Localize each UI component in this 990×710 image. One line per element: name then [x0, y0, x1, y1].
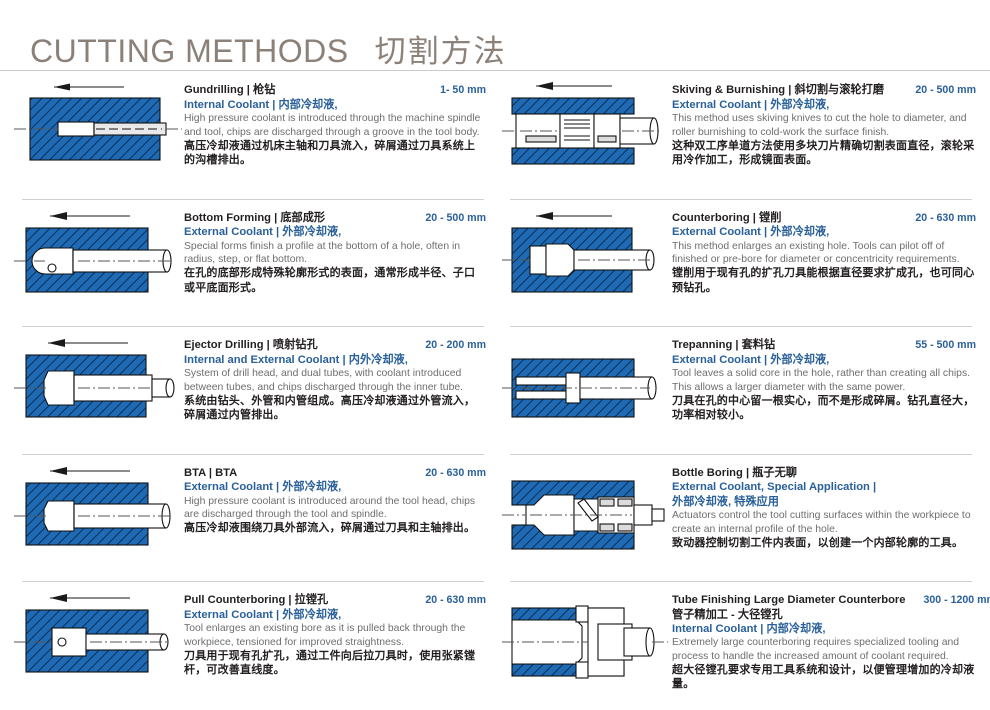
tube-finishing-diagram [500, 582, 672, 702]
page-header: CUTTING METHODS 切割方法 [0, 0, 990, 72]
method-name: Pull Counterboring | 拉镗孔 [184, 594, 328, 608]
description-chinese: 高压冷却液通过机床主轴和刀具流入，碎屑通过刀具系统上的沟槽排出。 [184, 139, 486, 168]
description-chinese: 这种双工序单道方法使用多块刀片精确切割表面直径，滚轮采用冷作加工，形成镜面表面。 [672, 139, 976, 168]
description-chinese: 在孔的底部形成特殊轮廓形式的表面，通常形成半径、子口或平底面形式。 [184, 266, 486, 295]
method-name: Skiving & Burnishing | 斜切割与滚轮打磨 [672, 84, 884, 98]
description-chinese: 高压冷却液围绕刀具外部流入，碎屑通过刀具和主轴排出。 [184, 521, 486, 536]
coolant-type: External Coolant | 外部冷却液, [184, 225, 486, 240]
bottom-forming-diagram [12, 200, 184, 320]
pull-counterboring-text: Pull Counterboring | 拉镗孔 20 - 630 mm Ext… [184, 582, 490, 678]
coolant-type: Internal and External Coolant | 内外冷却液, [184, 353, 486, 368]
description-chinese: 刀具在孔的中心留一根实心，而不是形成碎屑。钻孔直径大，功率相对较小。 [672, 394, 976, 423]
coolant-type: External Coolant | 外部冷却液, [184, 480, 486, 495]
bottle-boring-diagram [500, 455, 672, 575]
trepanning-text: Trepanning | 套料钻 55 - 500 mm External Co… [672, 327, 978, 423]
method-range: 20 - 630 mm [415, 467, 486, 480]
method-entry-tube-finishing: Tube Finishing Large Diameter Counterbor… [500, 582, 978, 710]
method-entry-trepanning: Trepanning | 套料钻 55 - 500 mm External Co… [500, 327, 978, 455]
method-name: Counterboring | 镗削 [672, 212, 781, 226]
method-name: Gundrilling | 枪钻 [184, 84, 275, 98]
method-name: BTA | BTA [184, 467, 237, 481]
description-english: Special forms finish a profile at the bo… [184, 240, 486, 267]
description-english: System of drill head, and dual tubes, wi… [184, 367, 486, 394]
method-name: Ejector Drilling | 喷射钻孔 [184, 339, 318, 353]
method-entry-gundrilling: Gundrilling | 枪钻 1- 50 mm Internal Coola… [12, 72, 490, 200]
method-range: 20 - 630 mm [905, 212, 976, 225]
method-entry-pull-counterboring: Pull Counterboring | 拉镗孔 20 - 630 mm Ext… [12, 582, 490, 710]
trepanning-diagram [500, 327, 672, 447]
description-chinese: 系统由钻头、外管和内管组成。高压冷却液通过外管流入，碎屑通过内管排出。 [184, 394, 486, 423]
gundrilling-text: Gundrilling | 枪钻 1- 50 mm Internal Coola… [184, 72, 490, 168]
coolant-type: Internal Coolant | 内部冷却液, [672, 622, 990, 637]
left-column: Gundrilling | 枪钻 1- 50 mm Internal Coola… [12, 72, 490, 710]
bta-text: BTA | BTA 20 - 630 mm External Coolant |… [184, 455, 490, 536]
gundrilling-diagram [12, 72, 184, 192]
description-english: High pressure coolant is introduced thro… [184, 112, 486, 139]
description-chinese: 超大径镗孔要求专用工具系统和设计，以便管理增加的冷却液量。 [672, 663, 990, 692]
description-english: High pressure coolant is introduced arou… [184, 495, 486, 522]
method-range: 20 - 200 mm [415, 339, 486, 352]
method-entry-counterboring: Counterboring | 镗削 20 - 630 mm External … [500, 200, 978, 328]
skiving-burnishing-diagram [500, 72, 672, 192]
method-name: Trepanning | 套料钻 [672, 339, 775, 353]
description-english: This method uses skiving knives to cut t… [672, 112, 976, 139]
coolant-type: External Coolant, Special Application | [672, 480, 976, 495]
method-entry-skiving-burnishing: Skiving & Burnishing | 斜切割与滚轮打磨 20 - 500… [500, 72, 978, 200]
skiving-burnishing-text: Skiving & Burnishing | 斜切割与滚轮打磨 20 - 500… [672, 72, 978, 168]
coolant-type-chinese: 外部冷却液, 特殊应用 [672, 495, 976, 510]
counterboring-text: Counterboring | 镗削 20 - 630 mm External … [672, 200, 978, 296]
description-chinese: 镗削用于现有孔的扩孔刀具能根据直径要求扩成孔，也可同心预钻孔。 [672, 266, 976, 295]
coolant-type: Internal Coolant | 内部冷却液, [184, 98, 486, 113]
method-range: 55 - 500 mm [905, 339, 976, 352]
page-title: CUTTING METHODS 切割方法 [30, 26, 507, 71]
description-english: Tool enlarges an existing bore as it is … [184, 622, 486, 649]
page-title-english: CUTTING METHODS [30, 33, 349, 70]
description-chinese: 刀具用于现有孔扩孔，通过工件向后拉刀具时，使用张紧镗杆，可改善直线度。 [184, 649, 486, 678]
pull-counterboring-diagram [12, 582, 184, 702]
method-name-chinese: 管子精加工 - 大径镗孔 [672, 608, 990, 622]
right-column: Skiving & Burnishing | 斜切割与滚轮打磨 20 - 500… [500, 72, 978, 710]
bottle-boring-text: Bottle Boring | 瓶子无聊 External Coolant, S… [672, 455, 978, 551]
tube-finishing-text: Tube Finishing Large Diameter Counterbor… [672, 582, 990, 692]
method-range: 20 - 630 mm [415, 594, 486, 607]
description-english: This method enlarges an existing hole. T… [672, 240, 976, 267]
description-english: Tool leaves a solid core in the hole, ra… [672, 367, 976, 394]
cutting-methods-page: CUTTING METHODS 切割方法 [0, 0, 990, 710]
bta-diagram [12, 455, 184, 575]
method-range: 20 - 500 mm [415, 212, 486, 225]
method-name: Tube Finishing Large Diameter Counterbor… [672, 594, 906, 608]
coolant-type: External Coolant | 外部冷却液, [672, 225, 976, 240]
methods-grid: Gundrilling | 枪钻 1- 50 mm Internal Coola… [0, 72, 990, 710]
counterboring-diagram [500, 200, 672, 320]
page-title-chinese: 切割方法 [375, 26, 507, 71]
header-divider [0, 70, 990, 71]
method-name: Bottle Boring | 瓶子无聊 [672, 467, 797, 481]
method-range: 1- 50 mm [430, 84, 486, 97]
method-entry-ejector-drilling: Ejector Drilling | 喷射钻孔 20 - 200 mm Inte… [12, 327, 490, 455]
bottom-forming-text: Bottom Forming | 底部成形 20 - 500 mm Extern… [184, 200, 490, 296]
method-range: 20 - 500 mm [905, 84, 976, 97]
coolant-type: External Coolant | 外部冷却液, [672, 353, 976, 368]
method-range: 300 - 1200 mm [914, 594, 990, 607]
description-english: Actuators control the tool cutting surfa… [672, 509, 976, 536]
ejector-drilling-text: Ejector Drilling | 喷射钻孔 20 - 200 mm Inte… [184, 327, 490, 423]
description-english: Extremely large counterboring requires s… [672, 636, 990, 663]
method-name: Bottom Forming | 底部成形 [184, 212, 325, 226]
ejector-drilling-diagram [12, 327, 184, 447]
coolant-type: External Coolant | 外部冷却液, [672, 98, 976, 113]
coolant-type: External Coolant | 外部冷却液, [184, 608, 486, 623]
method-entry-bta: BTA | BTA 20 - 630 mm External Coolant |… [12, 455, 490, 583]
description-chinese: 致动器控制切割工件内表面，以创建一个内部轮廓的工具。 [672, 536, 976, 551]
method-entry-bottom-forming: Bottom Forming | 底部成形 20 - 500 mm Extern… [12, 200, 490, 328]
method-entry-bottle-boring: Bottle Boring | 瓶子无聊 External Coolant, S… [500, 455, 978, 583]
